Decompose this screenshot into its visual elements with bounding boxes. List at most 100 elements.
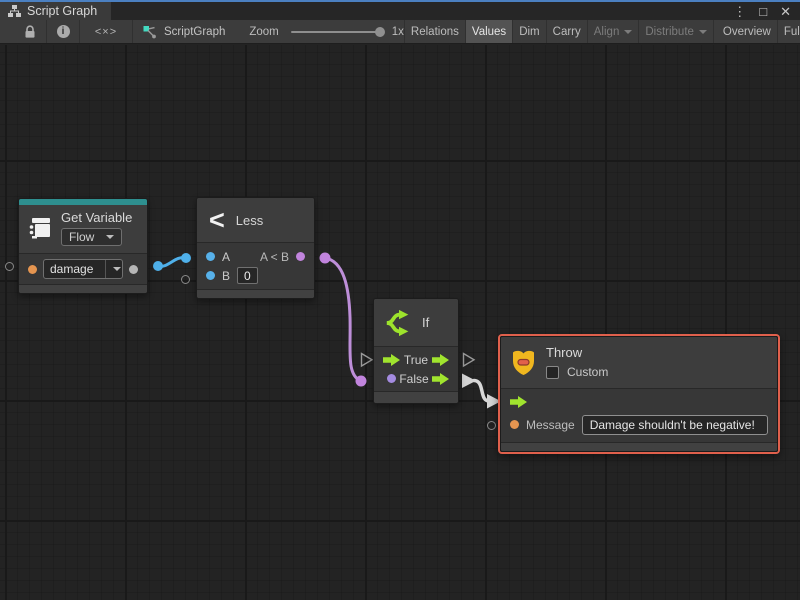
dim-button[interactable]: Dim (513, 20, 545, 43)
true-label: True (404, 353, 428, 367)
output-label: A < B (260, 250, 289, 264)
less-row-a: A A < B (197, 243, 314, 266)
carry-button[interactable]: Carry (547, 20, 587, 43)
wire-less-to-if[interactable] (325, 258, 361, 381)
input-b-port[interactable] (206, 271, 215, 280)
flow-enter-port[interactable] (510, 396, 527, 408)
node-footer (501, 442, 777, 451)
if-header: If (374, 299, 458, 347)
wire-endpoint-dot (181, 253, 191, 263)
toolbar-left-group: i <×> (0, 20, 133, 43)
node-footer (197, 289, 314, 298)
throw-header: Throw Custom (501, 337, 777, 389)
csharp-preview-button[interactable]: <×> (80, 20, 132, 43)
window-controls: ⋮ □ ✕ (733, 2, 800, 20)
tab-title: Script Graph (27, 4, 97, 18)
code-icon: <×> (95, 26, 117, 38)
throw-message-relation-ring[interactable] (487, 421, 496, 430)
comparison-output-port[interactable] (296, 252, 305, 261)
input-b-label: B (222, 269, 230, 283)
node-title: Throw (546, 345, 608, 360)
distribute-dropdown-button[interactable]: Distribute (639, 20, 713, 43)
throw-selection-outline: Throw Custom Message Damage shouldn't be… (498, 334, 780, 454)
true-output-port[interactable] (432, 354, 449, 366)
node-less[interactable]: < Less A A < B B 0 (196, 197, 315, 299)
wire-endpoint-dot (356, 376, 367, 387)
maximize-icon[interactable]: □ (759, 5, 767, 18)
variable-name-select[interactable]: damage (43, 259, 123, 279)
graph-breadcrumb[interactable]: ScriptGraph (143, 20, 225, 43)
flow-enter-port[interactable] (383, 354, 400, 366)
zoom-control: Zoom 1x (249, 20, 404, 43)
custom-label: Custom (567, 365, 608, 379)
variable-value-output-port[interactable] (129, 265, 138, 274)
throw-message-row: Message Damage shouldn't be negative! (501, 411, 777, 442)
align-dropdown-button[interactable]: Align (588, 20, 639, 43)
chevron-down-icon (699, 30, 707, 34)
toolbar-divider (132, 20, 133, 43)
wire-if-to-throw[interactable] (474, 381, 489, 402)
if-true-port-triangle[interactable] (464, 354, 475, 367)
node-footer (374, 391, 458, 403)
chevron-down-icon (113, 267, 121, 271)
toolbar-right-group: Relations Values Dim Carry Align Distrib… (404, 20, 800, 43)
message-value-field[interactable]: Damage shouldn't be negative! (582, 415, 768, 435)
tab-script-graph[interactable]: Script Graph (0, 2, 111, 20)
node-get-variable[interactable]: Get Variable Flow damage (18, 198, 148, 294)
graph-hierarchy-icon (8, 5, 21, 17)
get-variable-relation-ring[interactable] (5, 262, 14, 271)
exception-shield-icon (511, 348, 536, 377)
less-header: < Less (197, 198, 314, 243)
input-a-port[interactable] (206, 252, 215, 261)
script-graph-icon (143, 25, 157, 39)
graph-name-label: ScriptGraph (164, 26, 225, 38)
script-graph-window: Script Graph ⋮ □ ✕ i <×> (0, 0, 800, 600)
get-variable-value-row: damage (19, 254, 147, 284)
graph-toolbar: i <×> ScriptGraph Zoom 1x (0, 20, 800, 44)
close-icon[interactable]: ✕ (780, 5, 791, 18)
graph-canvas[interactable]: Get Variable Flow damage < (0, 45, 800, 600)
info-button[interactable]: i (47, 20, 79, 43)
info-icon: i (57, 25, 70, 38)
full-screen-button[interactable]: Full Screen (778, 20, 800, 43)
node-title: If (422, 315, 429, 330)
variable-name-port[interactable] (28, 265, 37, 274)
false-output-port[interactable] (432, 373, 449, 385)
node-if[interactable]: If True False (373, 298, 459, 404)
toolbar-divider (713, 20, 714, 43)
less-b-relation-ring[interactable] (181, 275, 190, 284)
message-input-port[interactable] (510, 420, 519, 429)
chevron-down-icon (106, 235, 114, 239)
node-footer (19, 284, 147, 293)
if-enter-port-triangle[interactable] (362, 354, 373, 367)
chevron-down-icon (624, 30, 632, 34)
if-row-false: False (374, 369, 458, 391)
node-title: Get Variable (61, 210, 132, 225)
tab-bar: Script Graph ⋮ □ ✕ (0, 0, 800, 20)
input-a-label: A (222, 250, 230, 264)
variable-icon (27, 215, 53, 241)
zoom-value: 1x (392, 26, 404, 38)
relations-button[interactable]: Relations (405, 20, 465, 43)
overview-button[interactable]: Overview (717, 20, 777, 43)
zoom-slider[interactable] (291, 31, 383, 33)
node-throw[interactable]: Throw Custom Message Damage shouldn't be… (500, 336, 778, 452)
input-b-value-field[interactable]: 0 (237, 267, 258, 284)
menu-icon[interactable]: ⋮ (733, 5, 746, 18)
if-row-true: True (374, 347, 458, 369)
variable-scope-dropdown[interactable]: Flow (61, 228, 122, 246)
wire-endpoint-dot (320, 253, 331, 264)
lock-button[interactable] (14, 20, 46, 43)
zoom-slider-knob[interactable] (375, 27, 385, 37)
custom-checkbox[interactable] (546, 366, 559, 379)
throw-enter-row (501, 389, 777, 411)
lock-icon (24, 25, 36, 39)
branch-icon (385, 309, 413, 337)
node-title: Less (236, 213, 263, 228)
flow-wire-start-arrow (462, 374, 476, 389)
wire-endpoint-dot (153, 261, 163, 271)
zoom-label: Zoom (249, 26, 278, 38)
condition-input-port[interactable] (387, 374, 396, 383)
values-button[interactable]: Values (466, 20, 512, 43)
false-label: False (399, 372, 428, 386)
